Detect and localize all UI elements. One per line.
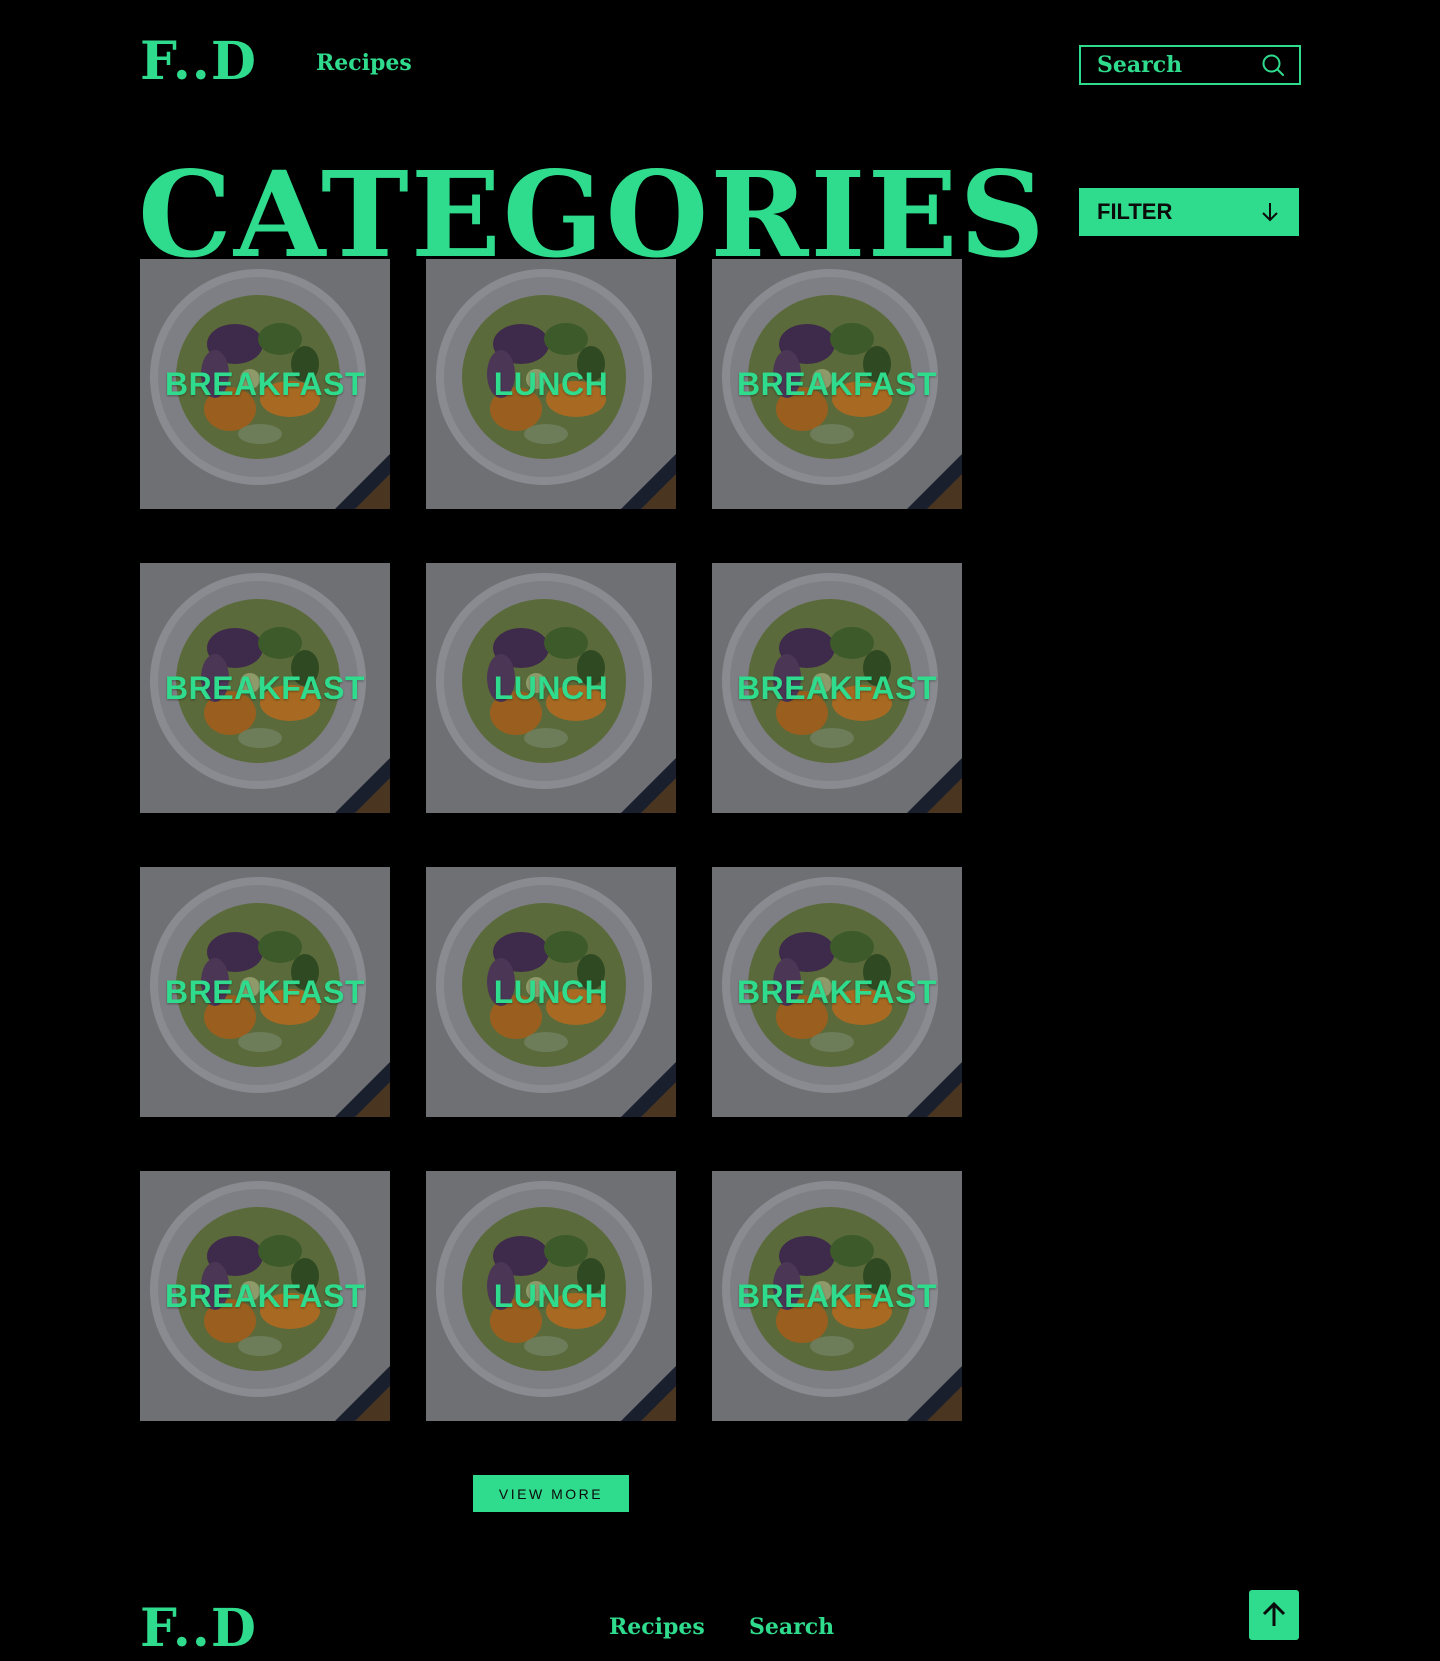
category-card[interactable]: BREAKFAST bbox=[140, 1171, 390, 1421]
category-label: LUNCH bbox=[493, 1277, 609, 1314]
category-label: BREAKFAST bbox=[164, 669, 366, 706]
category-label: BREAKFAST bbox=[736, 365, 938, 402]
category-card[interactable]: LUNCH bbox=[426, 1171, 676, 1421]
footer-logo[interactable]: F..D bbox=[140, 1597, 257, 1661]
category-label: BREAKFAST bbox=[736, 1277, 938, 1314]
category-card[interactable]: BREAKFAST bbox=[712, 563, 962, 813]
category-card[interactable]: BREAKFAST bbox=[712, 259, 962, 509]
filter-label: FILTER bbox=[1097, 199, 1173, 224]
category-label: LUNCH bbox=[493, 669, 609, 706]
category-grid: BREAKFAST LUNCH BREAKFAST BREAKFAST LUNC… bbox=[140, 259, 962, 1421]
category-label: LUNCH bbox=[493, 365, 609, 402]
category-card[interactable]: BREAKFAST bbox=[712, 1171, 962, 1421]
search-icon[interactable] bbox=[1261, 53, 1285, 77]
scroll-top-button[interactable] bbox=[1249, 1590, 1299, 1640]
category-card[interactable]: BREAKFAST bbox=[712, 867, 962, 1117]
footer-link-recipes[interactable]: Recipes bbox=[609, 1612, 705, 1642]
category-label: BREAKFAST bbox=[164, 1277, 366, 1314]
category-label: BREAKFAST bbox=[736, 669, 938, 706]
arrow-up-icon bbox=[1262, 1601, 1286, 1626]
nav-link-recipes[interactable]: Recipes bbox=[316, 48, 412, 78]
category-card[interactable]: BREAKFAST bbox=[140, 563, 390, 813]
footer-link-search[interactable]: Search bbox=[749, 1612, 834, 1642]
category-card[interactable]: BREAKFAST bbox=[140, 259, 390, 509]
category-label: BREAKFAST bbox=[164, 973, 366, 1010]
category-card[interactable]: BREAKFAST bbox=[140, 867, 390, 1117]
category-label: BREAKFAST bbox=[164, 365, 366, 402]
search-input[interactable] bbox=[1097, 52, 1247, 78]
view-more-button[interactable]: VIEW MORE bbox=[473, 1475, 629, 1512]
category-label: LUNCH bbox=[493, 973, 609, 1010]
category-label: BREAKFAST bbox=[736, 973, 938, 1010]
category-card[interactable]: LUNCH bbox=[426, 259, 676, 509]
search-box[interactable] bbox=[1079, 45, 1301, 85]
logo[interactable]: F..D bbox=[140, 30, 257, 94]
category-card[interactable]: LUNCH bbox=[426, 563, 676, 813]
filter-button[interactable]: FILTER bbox=[1079, 188, 1299, 236]
category-card[interactable]: LUNCH bbox=[426, 867, 676, 1117]
arrow-down-icon bbox=[1262, 203, 1278, 222]
